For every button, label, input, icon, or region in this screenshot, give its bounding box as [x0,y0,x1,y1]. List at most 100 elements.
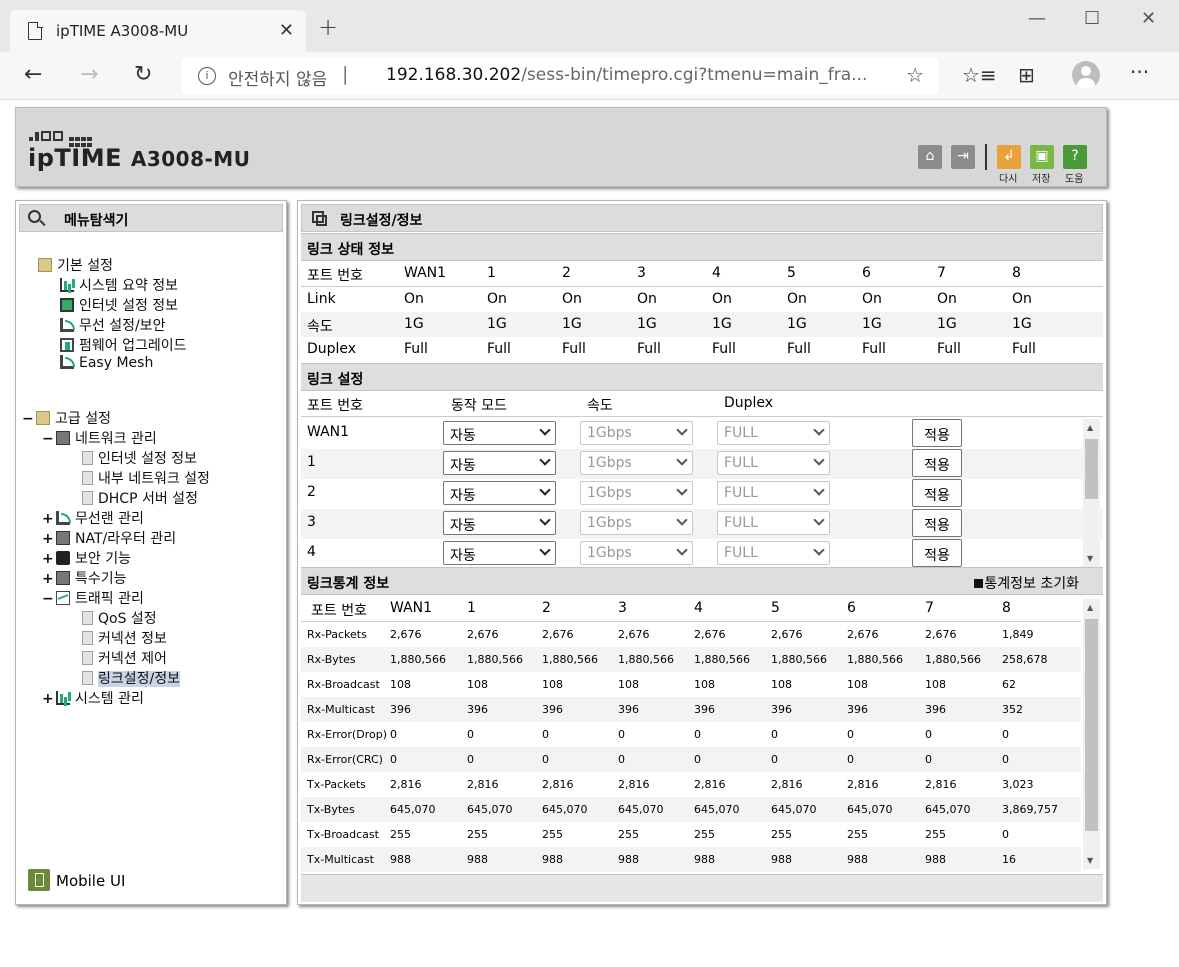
window-close-icon[interactable]: ✕ [1141,8,1156,29]
apply-button[interactable]: 적용 [912,539,962,567]
tree-advanced-settings[interactable]: − 고급 설정 [22,408,111,428]
tree-firmware-upgrade[interactable]: 펌웨어 업그레이드 [60,335,187,355]
tree-wireless-management[interactable]: + 무선랜 관리 [42,508,144,528]
back-icon[interactable]: ← [24,62,42,87]
refresh-icon[interactable]: ↲ [997,145,1021,169]
maximize-icon[interactable]: ☐ [1084,8,1100,29]
stats-cell: 396 [847,703,868,716]
mode-select[interactable]: 자동 [443,421,556,445]
tree-system-management[interactable]: + 시스템 관리 [42,688,144,708]
link-stats-header: 포트 번호 WAN1 1 2 3 4 5 6 7 8 [301,596,1081,622]
tree-qos[interactable]: QoS 설정 [82,608,157,628]
stats-cell: 2,676 [694,628,726,641]
expand-icon[interactable]: + [42,571,56,587]
more-menu-icon[interactable]: ··· [1130,60,1149,84]
reset-stats-button[interactable]: 통계정보 초기화 [974,573,1079,593]
tree-special-functions[interactable]: + 특수기능 [42,568,127,588]
collapse-icon[interactable]: − [42,591,56,607]
stats-row: Tx-Broadcast 255 255 255 255 255 255 255 255 0 [301,822,1081,847]
tree-system-summary[interactable]: 시스템 요약 정보 [60,275,178,295]
stats-cell: 2,816 [542,778,574,791]
url-host: 192.168.30.202 [386,65,522,85]
collapse-icon[interactable]: − [42,431,56,447]
address-bar[interactable]: i 안전하지 않음 | 192.168.30.202/sess-bin/time… [182,58,938,94]
tree-connection-info[interactable]: 커넥션 정보 [82,628,167,648]
scrollbar-thumb[interactable] [1085,619,1098,831]
profile-avatar[interactable] [1072,61,1100,89]
expand-icon[interactable]: + [42,551,56,567]
stats-cell: 396 [467,703,488,716]
link-stats-scrollbar[interactable]: ▲ ▼ [1083,599,1100,869]
link-setup-row: 1 자동 1Gbps FULL 적용 [301,449,1103,479]
tree-connection-control[interactable]: 커넥션 제어 [82,648,167,668]
scroll-up-icon[interactable]: ▲ [1087,603,1093,612]
browser-tab-strip: ipTIME A3008-MU ✕ + — ☐ ✕ [0,0,1179,52]
scrollbar-thumb[interactable] [1085,439,1098,499]
collections-icon[interactable]: ⊞ [1018,63,1035,87]
tree-basic-settings[interactable]: 기본 설정 [38,255,113,275]
page-icon [82,611,93,625]
minimize-icon[interactable]: — [1028,8,1046,29]
collapse-icon[interactable]: − [22,411,36,427]
stats-cell: 0 [771,753,778,766]
help-icon[interactable]: ? [1063,145,1087,169]
mobile-ui-link[interactable]: Mobile UI [28,869,125,891]
tree-internet-info[interactable]: 인터넷 설정 정보 [60,295,178,315]
logout-icon[interactable]: ⇥ [951,145,975,169]
new-tab-icon[interactable]: + [318,13,338,41]
apply-button[interactable]: 적용 [912,419,962,447]
stats-cell: 255 [771,828,792,841]
link-setup-section-title: 링크 설정 [301,363,1103,391]
tree-nat-router[interactable]: + NAT/라우터 관리 [42,528,176,548]
mode-select[interactable]: 자동 [443,481,556,505]
scroll-down-icon[interactable]: ▼ [1087,856,1093,865]
save-icon[interactable]: ▣ [1030,145,1054,169]
mode-select[interactable]: 자동 [443,541,556,565]
tree-wireless-security[interactable]: 무선 설정/보안 [60,315,165,335]
apply-button[interactable]: 적용 [912,479,962,507]
stats-row-label: Tx-Multicast [307,853,374,866]
chart-icon [60,278,74,292]
expand-icon[interactable]: + [42,511,56,527]
expand-icon[interactable]: + [42,691,56,707]
tree-dhcp-setup[interactable]: DHCP 서버 설정 [82,488,198,508]
apply-button[interactable]: 적용 [912,509,962,537]
expand-icon[interactable]: + [42,531,56,547]
tree-security[interactable]: + 보안 기능 [42,548,131,568]
stats-cell: 0 [390,728,397,741]
stats-cell: 0 [694,753,701,766]
stats-row-label: Rx-Packets [307,628,367,641]
tree-link-settings[interactable]: 링크설정/정보 [82,668,180,688]
home-icon[interactable]: ⌂ [918,145,942,169]
link-status-row-duplex: Duplex Full Full Full Full Full Full Full Full Fu… [307,341,1036,357]
mode-select[interactable]: 자동 [443,511,556,535]
tree-lan-setup[interactable]: 내부 네트워크 설정 [82,468,210,488]
browser-tab[interactable]: ipTIME A3008-MU ✕ [10,10,306,52]
stats-row-label: Rx-Multicast [307,703,375,716]
save-label: 저장 [1032,174,1051,185]
favorite-star-icon[interactable]: ☆ [906,63,924,87]
forward-icon[interactable]: → [80,62,98,87]
tree-network-management[interactable]: − 네트워크 관리 [42,428,157,448]
tree-traffic-management[interactable]: − 트래픽 관리 [42,588,144,608]
stats-cell: 2,816 [925,778,957,791]
close-tab-icon[interactable]: ✕ [279,20,294,41]
tree-easy-mesh[interactable]: Easy Mesh [60,355,153,371]
stats-row: Rx-Bytes 1,880,566 1,880,566 1,880,566 1,880… [301,647,1081,672]
scroll-down-icon[interactable]: ▼ [1087,554,1093,563]
tree-internet-setup[interactable]: 인터넷 설정 정보 [82,448,197,468]
apply-button[interactable]: 적용 [912,449,962,477]
link-setup-scrollbar[interactable]: ▲ ▼ [1083,419,1100,567]
url-text[interactable]: 192.168.30.202/sess-bin/timepro.cgi?tmen… [386,65,867,85]
stats-cell: 1,880,566 [618,653,674,666]
stats-cell: 258,678 [1002,653,1048,666]
chevron-down-icon [539,484,551,496]
scroll-up-icon[interactable]: ▲ [1087,423,1093,432]
stats-cell: 1,880,566 [467,653,523,666]
info-icon[interactable]: i [198,67,216,85]
stats-cell: 2,816 [390,778,422,791]
favorites-list-icon[interactable]: ☆≡ [962,63,997,87]
page-title: 링크설정/정보 [340,213,423,229]
reload-icon[interactable]: ↻ [134,62,152,87]
mode-select[interactable]: 자동 [443,451,556,475]
